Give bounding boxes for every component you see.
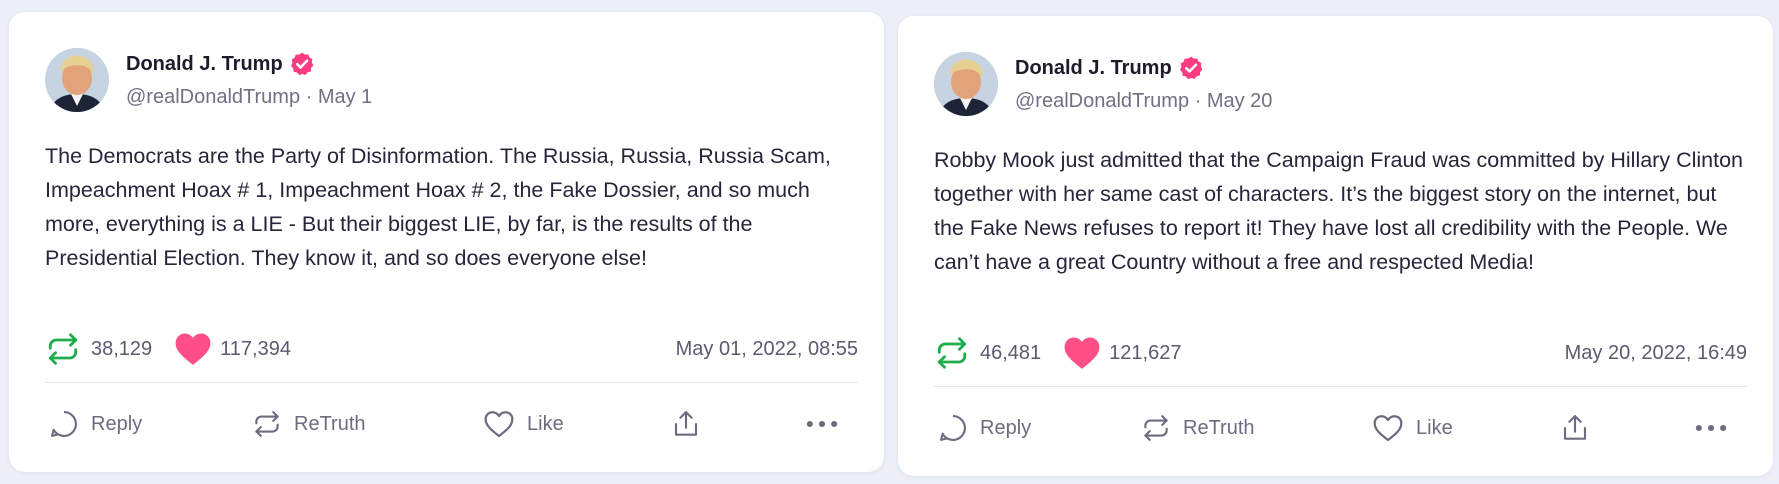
retruth-icon — [255, 411, 279, 437]
handle-and-date: @realDonaldTrump · May 1 — [126, 86, 373, 108]
like-button[interactable]: Like — [483, 396, 564, 452]
post-text: Robby Mook just admitted that the Campai… — [934, 148, 1743, 274]
divider — [45, 382, 858, 383]
post-stats: 46,481 121,627 May 20, 2022, 16:49 — [934, 330, 1747, 376]
share-icon — [1563, 415, 1587, 440]
like-button[interactable]: Like — [1372, 400, 1453, 456]
more-icon — [806, 420, 838, 428]
verified-badge-icon — [290, 52, 314, 76]
heart-filled-icon — [175, 333, 211, 365]
post-timestamp[interactable]: May 01, 2022, 08:55 — [676, 338, 858, 361]
avatar[interactable] — [45, 48, 109, 112]
share-icon — [674, 411, 698, 436]
author-row: Donald J. Trump — [1015, 55, 1204, 81]
post-timestamp[interactable]: May 20, 2022, 16:49 — [1565, 342, 1747, 365]
verified-badge-icon — [1179, 56, 1203, 80]
more-options-button[interactable] — [1694, 400, 1728, 456]
heart-filled-icon — [1064, 337, 1100, 369]
action-bar: Reply ReTruth Like — [898, 400, 1773, 456]
author-row: Donald J. Trump — [126, 51, 315, 77]
reply-icon — [940, 415, 966, 441]
reply-icon — [51, 411, 77, 437]
divider — [934, 386, 1747, 387]
retruth-icon — [48, 333, 78, 365]
handle-and-date: @realDonaldTrump · May 20 — [1015, 90, 1273, 112]
action-bar: Reply ReTruth Like — [9, 396, 884, 452]
heart-outline-icon — [1373, 415, 1403, 442]
post-card[interactable]: Donald J. Trump @realDonaldTrump · May 1… — [9, 12, 884, 472]
like-count[interactable]: 121,627 — [1063, 335, 1181, 371]
retruth-button[interactable]: ReTruth — [1141, 400, 1255, 456]
more-icon — [1695, 424, 1727, 432]
share-button[interactable] — [671, 396, 701, 452]
retruth-count[interactable]: 46,481 — [934, 335, 1041, 371]
post-card[interactable]: Donald J. Trump @realDonaldTrump · May 2… — [898, 16, 1773, 476]
like-count[interactable]: 117,394 — [174, 331, 291, 367]
avatar[interactable] — [934, 52, 998, 116]
author-name[interactable]: Donald J. Trump — [126, 53, 283, 76]
post-stats: 38,129 117,394 May 01, 2022, 08:55 — [45, 326, 858, 372]
post-text: The Democrats are the Party of Disinform… — [45, 144, 831, 270]
more-options-button[interactable] — [805, 396, 839, 452]
retruth-count[interactable]: 38,129 — [45, 331, 152, 367]
reply-button[interactable]: Reply — [49, 396, 142, 452]
retruth-icon — [937, 337, 967, 369]
retruth-icon — [1144, 415, 1168, 441]
heart-outline-icon — [484, 411, 514, 438]
author-name[interactable]: Donald J. Trump — [1015, 57, 1172, 80]
retruth-button[interactable]: ReTruth — [252, 396, 366, 452]
reply-button[interactable]: Reply — [938, 400, 1031, 456]
share-button[interactable] — [1560, 400, 1590, 456]
